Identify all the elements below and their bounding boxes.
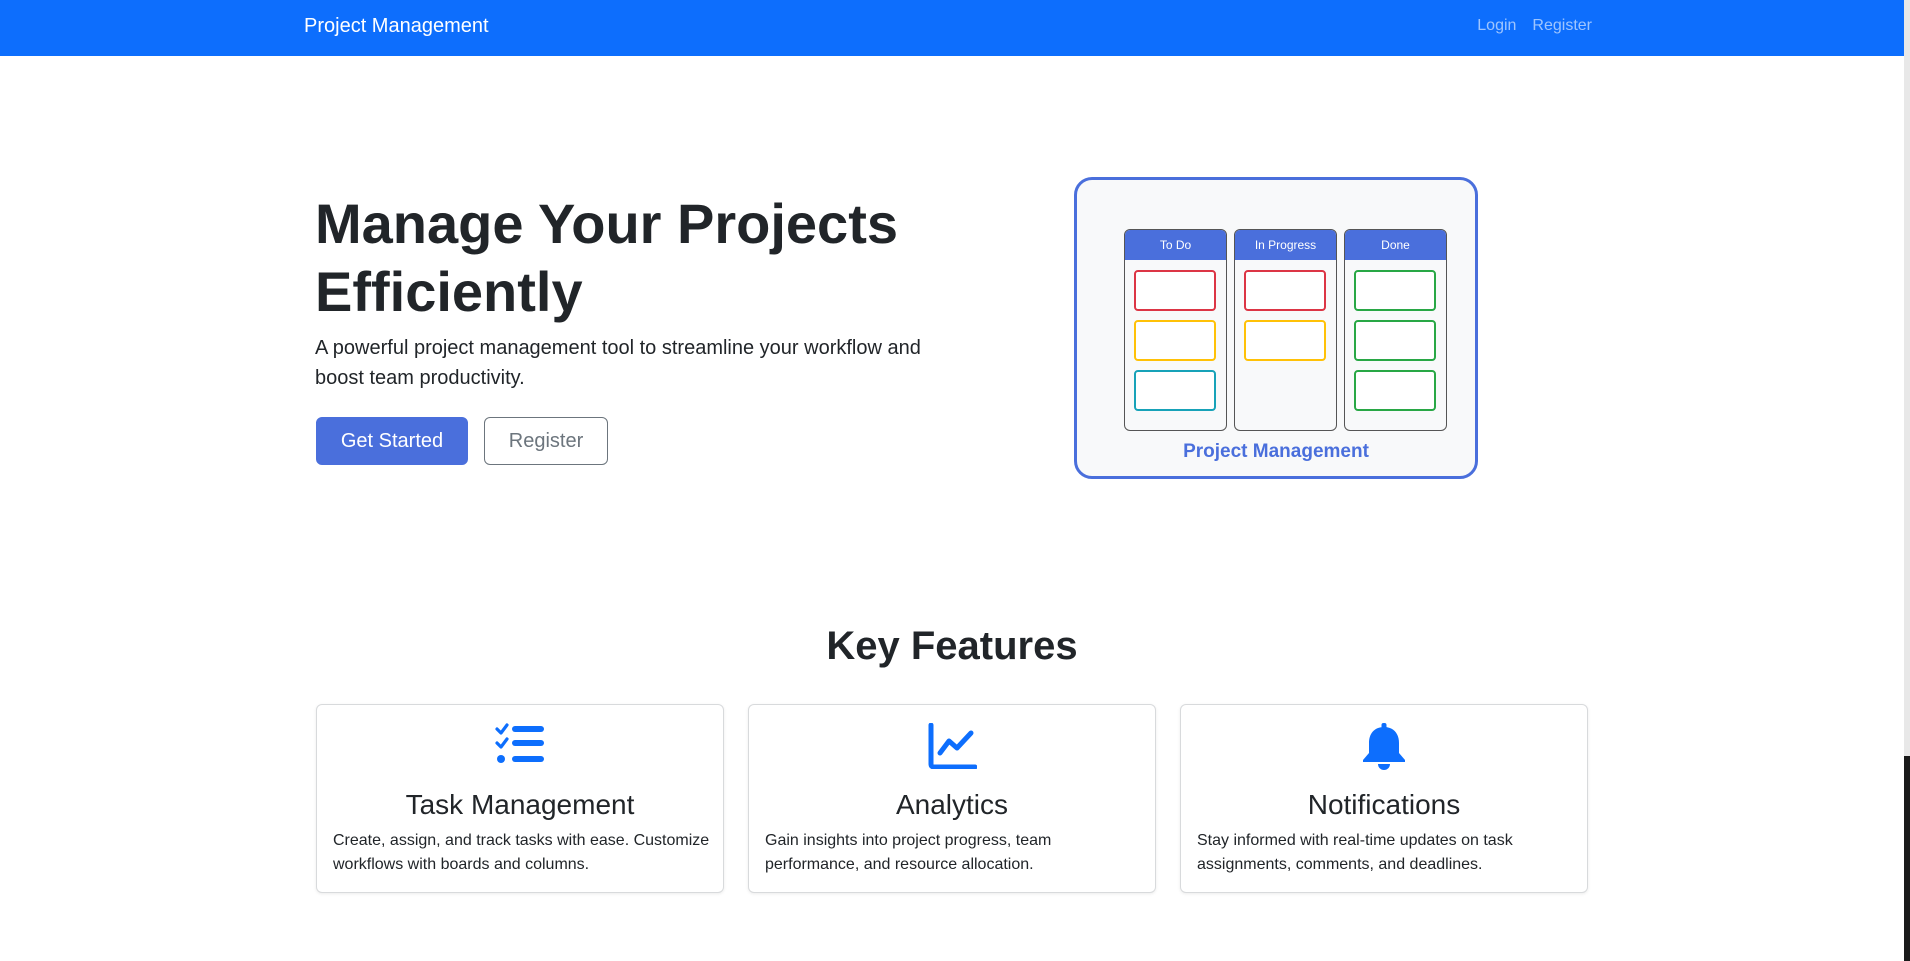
kanban-column-header: To Do bbox=[1125, 230, 1226, 260]
register-button[interactable]: Register bbox=[484, 417, 608, 465]
kanban-column-in-progress: In Progress bbox=[1234, 229, 1337, 431]
feature-card-task-management: Task Management Create, assign, and trac… bbox=[316, 704, 724, 893]
nav-login-link[interactable]: Login bbox=[1477, 17, 1516, 35]
navbar-links: Login Register bbox=[1477, 17, 1592, 35]
task-list-icon bbox=[317, 723, 723, 773]
landing-page: Project Management Login Register Manage… bbox=[0, 0, 1910, 961]
bell-icon bbox=[1181, 723, 1587, 773]
feature-card-title: Notifications bbox=[1307, 789, 1461, 820]
kanban-column-header: In Progress bbox=[1235, 230, 1336, 260]
kanban-illustration: To Do In Progress Done Project Managemen… bbox=[1074, 177, 1478, 479]
kanban-card bbox=[1354, 320, 1436, 361]
get-started-button[interactable]: Get Started bbox=[316, 417, 468, 465]
kanban-card bbox=[1244, 320, 1326, 361]
kanban-card bbox=[1134, 320, 1216, 361]
kanban-card bbox=[1134, 370, 1216, 411]
navbar: Project Management Login Register bbox=[0, 0, 1904, 56]
kanban-column-done: Done bbox=[1344, 229, 1447, 431]
kanban-card bbox=[1244, 270, 1326, 311]
navbar-brand[interactable]: Project Management bbox=[304, 15, 489, 38]
features-title: Key Features bbox=[826, 624, 1078, 668]
scrollbar-thumb[interactable] bbox=[1904, 756, 1910, 961]
feature-card-text: Create, assign, and track tasks with eas… bbox=[333, 832, 710, 873]
feature-card-analytics: Analytics Gain insights into project pro… bbox=[748, 704, 1156, 893]
line-chart-icon bbox=[749, 723, 1155, 773]
illustration-caption: Project Management bbox=[1183, 441, 1369, 462]
feature-card-text: Gain insights into project progress, tea… bbox=[765, 832, 1052, 873]
feature-card-text: Stay informed with real-time updates on … bbox=[1197, 832, 1513, 873]
kanban-card bbox=[1354, 270, 1436, 311]
hero-lead: A powerful project management tool to st… bbox=[315, 337, 921, 389]
kanban-column-todo: To Do bbox=[1124, 229, 1227, 431]
feature-card-notifications: Notifications Stay informed with real-ti… bbox=[1180, 704, 1588, 893]
kanban-column-header: Done bbox=[1345, 230, 1446, 260]
feature-card-title: Analytics bbox=[895, 789, 1009, 820]
kanban-card bbox=[1354, 370, 1436, 411]
feature-card-title: Task Management bbox=[405, 789, 635, 820]
nav-register-link[interactable]: Register bbox=[1532, 17, 1592, 35]
kanban-card bbox=[1134, 270, 1216, 311]
hero-title: Manage Your Projects Efficiently bbox=[315, 192, 898, 323]
